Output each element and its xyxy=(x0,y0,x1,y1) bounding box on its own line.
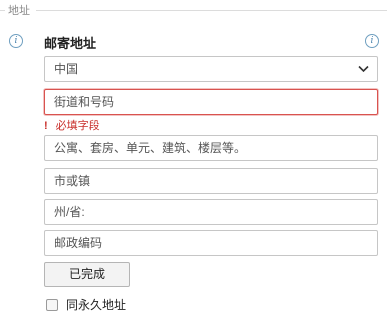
city-placeholder: 市或镇 xyxy=(54,174,91,188)
fieldset-border-right xyxy=(36,10,387,11)
error-text: 必填字段 xyxy=(55,120,100,132)
fieldset-border-left xyxy=(0,10,5,11)
permanent-address-checkbox-row[interactable]: 同永久地址 xyxy=(46,296,126,313)
postal-code-input[interactable]: 邮政编码 xyxy=(44,230,378,256)
section-title: 邮寄地址 xyxy=(44,36,97,51)
country-select[interactable]: 中国 xyxy=(44,56,378,82)
state-placeholder: 州/省: xyxy=(54,205,85,219)
address-line2-input[interactable]: 公寓、套房、单元、建筑、楼层等。 xyxy=(44,135,378,161)
chevron-down-icon xyxy=(358,57,369,73)
street-input[interactable]: 街道和号码 xyxy=(44,89,378,115)
street-placeholder: 街道和号码 xyxy=(54,95,115,109)
address-line2-placeholder: 公寓、套房、单元、建筑、楼层等。 xyxy=(54,141,247,155)
info-icon[interactable]: i xyxy=(9,34,23,48)
city-input[interactable]: 市或镇 xyxy=(44,168,378,194)
permanent-address-label: 同永久地址 xyxy=(66,298,127,312)
country-selected-value: 中国 xyxy=(54,62,79,76)
postal-placeholder: 邮政编码 xyxy=(54,236,103,250)
done-button[interactable]: 已完成 xyxy=(44,262,130,287)
info-icon[interactable]: i xyxy=(365,34,379,48)
error-icon: ! xyxy=(44,120,48,132)
error-message: ! 必填字段 xyxy=(44,117,100,133)
state-input[interactable]: 州/省: xyxy=(44,199,378,225)
permanent-address-checkbox[interactable] xyxy=(46,298,58,311)
fieldset-legend: 地址 xyxy=(8,5,30,17)
